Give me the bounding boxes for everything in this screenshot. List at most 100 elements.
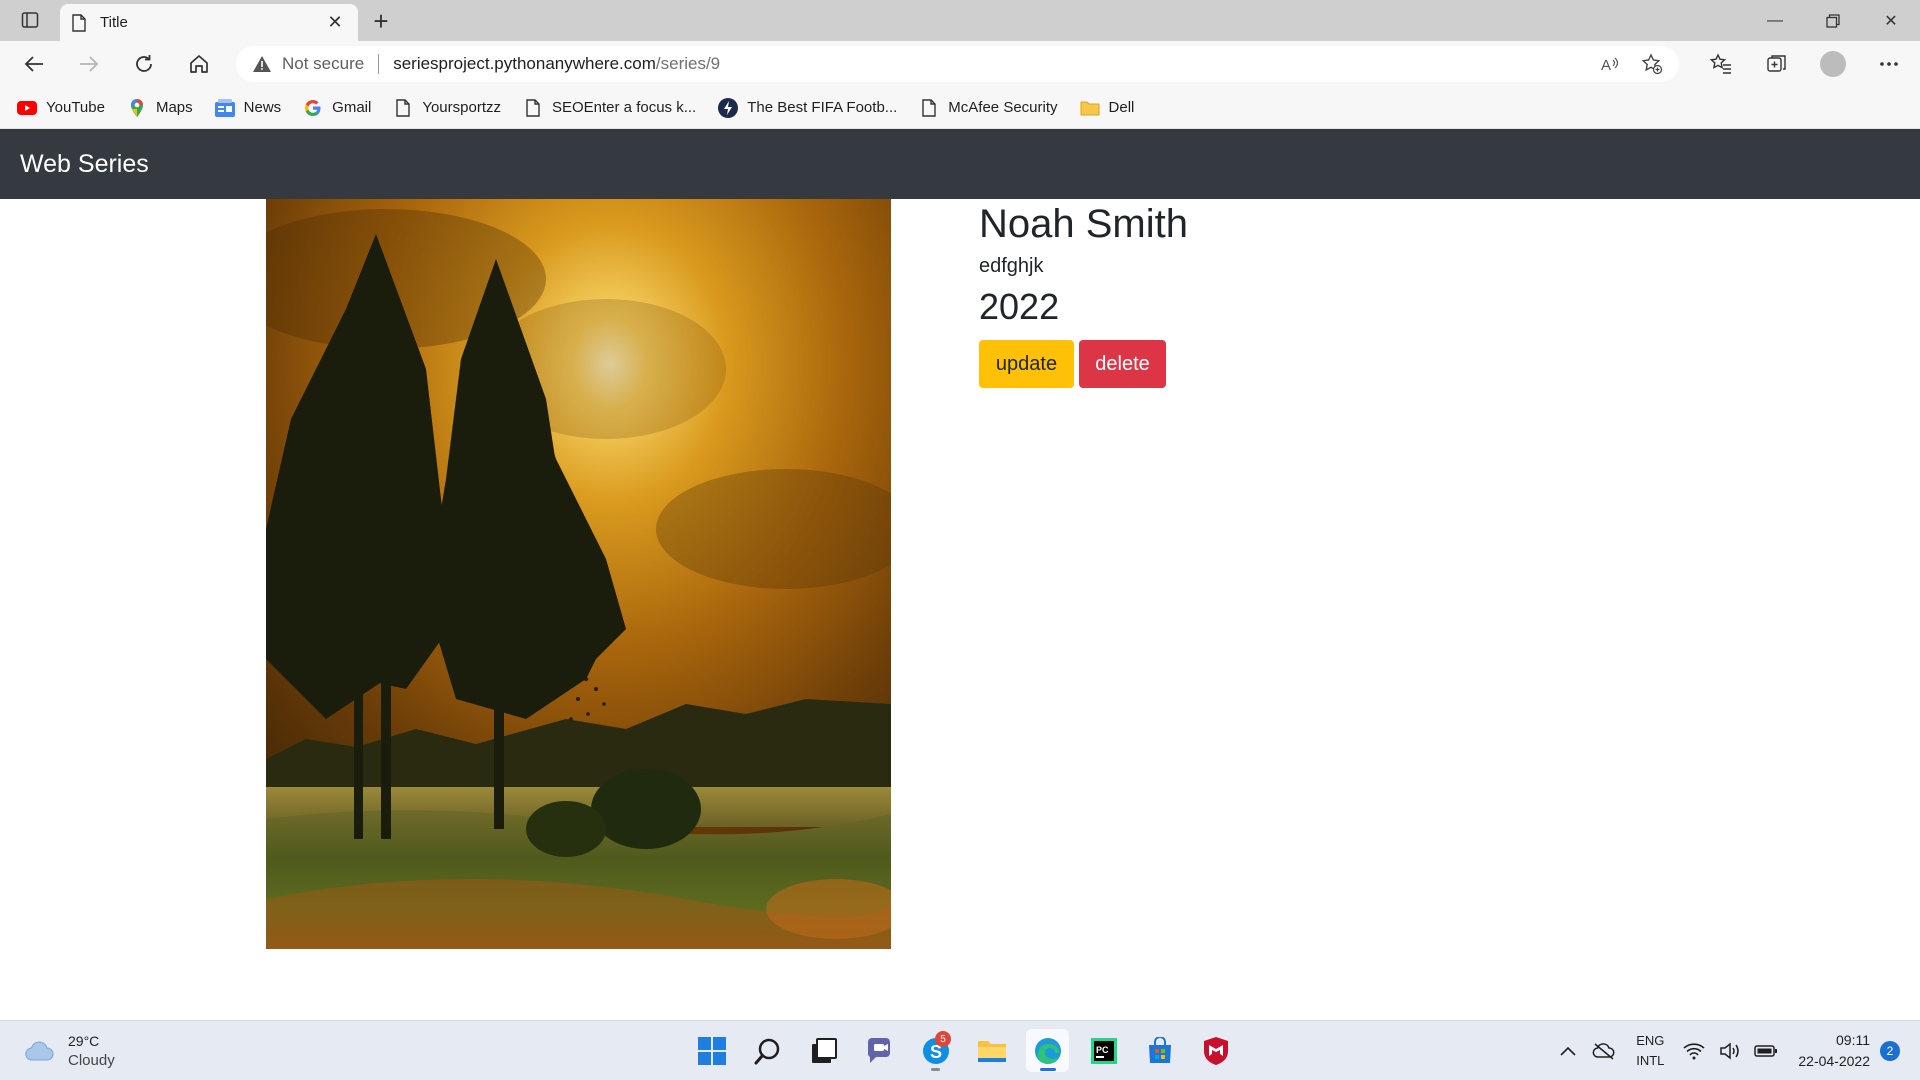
series-description: edfghjk — [979, 255, 1044, 277]
forward-button[interactable] — [71, 47, 107, 81]
bookmark-youtube[interactable]: YouTube — [17, 98, 105, 118]
youtube-icon — [17, 98, 37, 118]
add-favorite-icon[interactable] — [1637, 50, 1667, 78]
forward-arrow-icon — [80, 56, 99, 72]
bookmark-label: The Best FIFA Footb... — [747, 99, 898, 116]
search-button[interactable] — [746, 1029, 789, 1072]
wifi-icon[interactable] — [1681, 1038, 1707, 1064]
series-actions: update delete — [979, 340, 1188, 388]
restore-button[interactable] — [1804, 0, 1862, 41]
site-brand[interactable]: Web Series — [20, 150, 149, 179]
svg-text:PC: PC — [1096, 1045, 1109, 1055]
file-explorer-button[interactable] — [970, 1029, 1013, 1072]
close-window-button[interactable]: ✕ — [1862, 0, 1920, 41]
warning-icon[interactable] — [252, 55, 272, 73]
url-host[interactable]: seriesproject.pythonanywhere.com — [393, 54, 656, 74]
cloud-icon — [25, 1041, 54, 1061]
battery-icon[interactable] — [1753, 1038, 1779, 1064]
delete-button[interactable]: delete — [1079, 340, 1166, 388]
bookmark-label: Dell — [1108, 99, 1135, 116]
weather-widget[interactable]: 29°C Cloudy — [24, 1031, 115, 1071]
minimize-button[interactable]: — — [1746, 0, 1804, 41]
edge-button[interactable] — [1026, 1029, 1069, 1072]
google-icon — [303, 98, 323, 118]
page-icon — [523, 98, 543, 118]
toolbar-right — [1700, 47, 1910, 81]
series-year: 2022 — [979, 286, 1060, 327]
tab-actions-button[interactable] — [14, 8, 46, 32]
keyboard-layout: INTL — [1636, 1053, 1665, 1068]
clock-time: 09:11 — [1836, 1032, 1870, 1048]
page-icon — [393, 98, 413, 118]
volume-icon[interactable] — [1717, 1038, 1743, 1064]
bookmark-fifa[interactable]: The Best FIFA Footb... — [718, 97, 898, 118]
series-poster-image — [266, 199, 891, 949]
bookmark-label: Yoursportzz — [422, 99, 501, 116]
bookmark-dell[interactable]: Dell — [1080, 98, 1135, 118]
start-button[interactable] — [690, 1029, 733, 1072]
bookmark-gmail[interactable]: Gmail — [303, 98, 371, 118]
onedrive-offline-icon[interactable] — [1591, 1038, 1617, 1064]
bookmark-seo[interactable]: SEOEnter a focus k... — [523, 98, 696, 118]
address-bar-actions: A — [1595, 50, 1667, 78]
skype-badge: 5 — [935, 1031, 951, 1047]
read-aloud-icon[interactable]: A — [1595, 50, 1625, 78]
task-view-button[interactable] — [802, 1029, 845, 1072]
pycharm-icon: PC — [1090, 1037, 1117, 1064]
bookmark-maps[interactable]: Maps — [127, 98, 193, 118]
mcafee-button[interactable] — [1194, 1029, 1237, 1072]
restore-icon — [1826, 13, 1840, 28]
clock[interactable]: 09:11 22-04-2022 — [1798, 1030, 1870, 1072]
update-button[interactable]: update — [979, 340, 1074, 388]
browser-tab-strip: Title ✕ + — ✕ — [0, 0, 1920, 41]
url-path[interactable]: /series/9 — [656, 54, 720, 74]
address-bar[interactable]: Not secure seriesproject.pythonanywhere.… — [236, 46, 1679, 82]
chat-icon — [867, 1037, 890, 1063]
refresh-icon — [136, 55, 152, 72]
page-icon — [919, 98, 939, 118]
browser-tab[interactable]: Title ✕ — [60, 4, 358, 41]
maps-icon — [127, 98, 147, 118]
taskbar-apps: S 5 PC — [690, 1029, 1237, 1072]
folder-icon — [1080, 98, 1100, 118]
search-icon — [754, 1038, 779, 1064]
home-button[interactable] — [181, 47, 217, 81]
microsoft-store-button[interactable] — [1138, 1029, 1181, 1072]
chevron-up-icon[interactable] — [1555, 1038, 1581, 1064]
task-view-icon — [811, 1037, 837, 1063]
windows-logo-icon — [697, 1036, 726, 1065]
bolt-icon — [718, 97, 739, 118]
back-button[interactable] — [16, 47, 52, 81]
close-tab-icon[interactable]: ✕ — [324, 12, 346, 34]
bookmark-label: McAfee Security — [948, 99, 1058, 116]
favorites-icon[interactable] — [1700, 47, 1742, 81]
bookmark-label: YouTube — [46, 99, 105, 116]
skype-button[interactable]: S 5 — [914, 1029, 957, 1072]
language-indicator[interactable]: ENG INTL — [1636, 1031, 1664, 1071]
windows-taskbar: 29°C Cloudy S 5 PC ENG INTL 09:11 22-04-… — [0, 1020, 1920, 1080]
series-details: Noah Smith edfghjk 2022 update delete — [979, 199, 1188, 388]
pycharm-button[interactable]: PC — [1082, 1029, 1125, 1072]
bookmark-yoursportzz[interactable]: Yoursportzz — [393, 98, 501, 118]
system-tray: ENG INTL 09:11 22-04-2022 2 — [1550, 1021, 1920, 1080]
teams-chat-button[interactable] — [858, 1029, 901, 1072]
edge-icon — [1034, 1037, 1061, 1064]
tab-actions-icon — [21, 12, 39, 28]
window-controls: — ✕ — [1746, 0, 1920, 41]
profile-avatar[interactable] — [1820, 51, 1846, 77]
notification-badge[interactable]: 2 — [1880, 1041, 1900, 1061]
site-navbar: Web Series — [0, 129, 1920, 199]
security-label[interactable]: Not secure — [282, 54, 364, 74]
active-indicator — [1040, 1068, 1056, 1071]
new-tab-button[interactable]: + — [366, 6, 396, 36]
back-arrow-icon — [24, 56, 43, 72]
news-icon — [214, 98, 235, 118]
bookmark-news[interactable]: News — [214, 98, 282, 118]
bookmark-mcafee[interactable]: McAfee Security — [919, 98, 1058, 118]
page-icon — [72, 13, 86, 32]
collections-icon[interactable] — [1756, 47, 1798, 81]
bookmark-label: News — [243, 99, 282, 116]
more-options-icon[interactable] — [1868, 47, 1910, 81]
running-indicator — [931, 1068, 940, 1071]
refresh-button[interactable] — [126, 47, 162, 81]
